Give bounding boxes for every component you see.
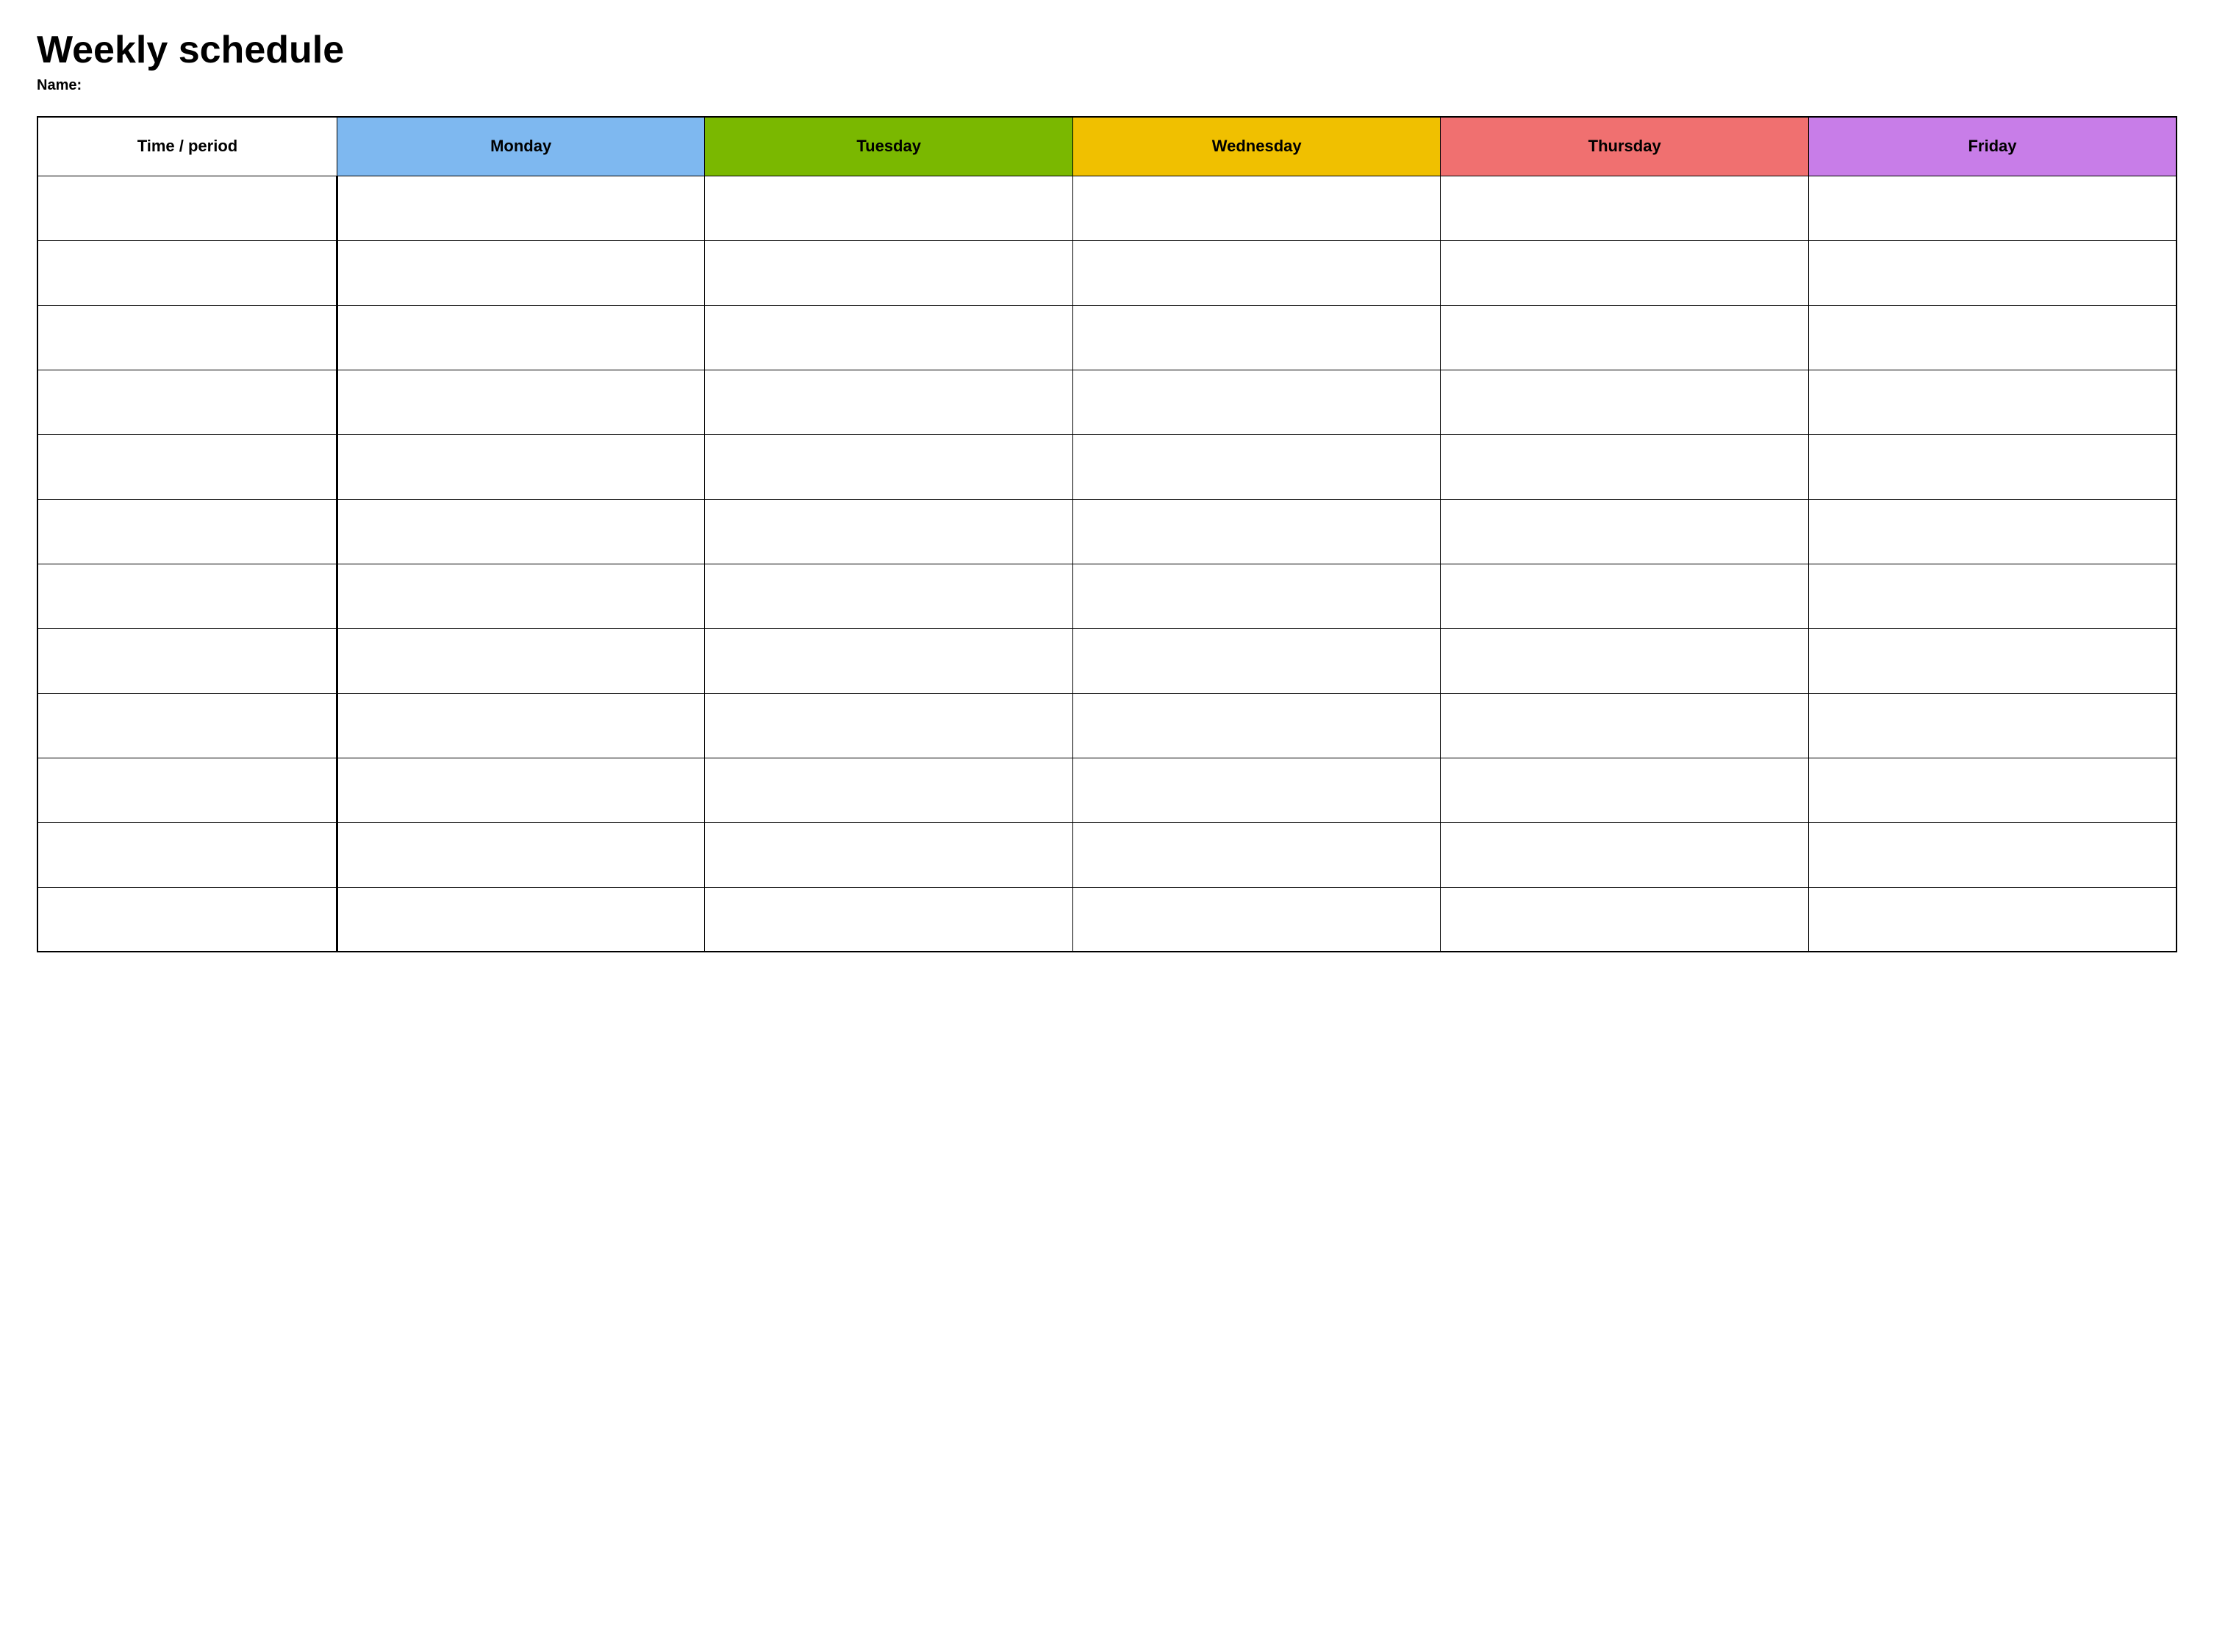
table-row[interactable] [37,240,2177,305]
schedule-cell[interactable] [1808,434,2177,499]
time-cell[interactable] [37,499,337,564]
schedule-cell[interactable] [1072,499,1441,564]
schedule-cell[interactable] [337,434,705,499]
schedule-cell[interactable] [705,564,1073,628]
schedule-cell[interactable] [1072,887,1441,952]
table-row[interactable] [37,758,2177,822]
schedule-cell[interactable] [337,693,705,758]
col-header-time: Time / period [37,117,337,176]
schedule-cell[interactable] [705,176,1073,240]
schedule-cell[interactable] [1441,305,1809,370]
table-row[interactable] [37,305,2177,370]
col-header-wednesday: Wednesday [1072,117,1441,176]
table-row[interactable] [37,499,2177,564]
schedule-cell[interactable] [1072,758,1441,822]
schedule-cell[interactable] [1441,693,1809,758]
name-label: Name: [37,77,2177,94]
schedule-cell[interactable] [337,240,705,305]
table-row[interactable] [37,822,2177,887]
schedule-cell[interactable] [1072,434,1441,499]
schedule-cell[interactable] [1072,240,1441,305]
page-title: Weekly schedule [37,29,2177,71]
schedule-cell[interactable] [705,499,1073,564]
schedule-cell[interactable] [1808,628,2177,693]
schedule-cell[interactable] [1072,176,1441,240]
schedule-cell[interactable] [1441,822,1809,887]
schedule-cell[interactable] [705,758,1073,822]
table-row[interactable] [37,434,2177,499]
schedule-cell[interactable] [705,628,1073,693]
table-row[interactable] [37,564,2177,628]
schedule-cell[interactable] [1072,628,1441,693]
schedule-cell[interactable] [1808,499,2177,564]
col-header-thursday: Thursday [1441,117,1809,176]
schedule-cell[interactable] [1441,628,1809,693]
schedule-cell[interactable] [705,434,1073,499]
schedule-cell[interactable] [337,176,705,240]
col-header-monday: Monday [337,117,705,176]
schedule-cell[interactable] [1808,370,2177,434]
schedule-cell[interactable] [1072,305,1441,370]
schedule-cell[interactable] [1808,887,2177,952]
schedule-cell[interactable] [1808,240,2177,305]
time-cell[interactable] [37,240,337,305]
schedule-cell[interactable] [1441,176,1809,240]
schedule-cell[interactable] [1072,564,1441,628]
schedule-cell[interactable] [337,564,705,628]
schedule-cell[interactable] [1441,887,1809,952]
schedule-cell[interactable] [705,887,1073,952]
schedule-cell[interactable] [1808,564,2177,628]
table-row[interactable] [37,370,2177,434]
schedule-cell[interactable] [1072,822,1441,887]
schedule-cell[interactable] [337,499,705,564]
schedule-cell[interactable] [1808,758,2177,822]
schedule-cell[interactable] [337,370,705,434]
time-cell[interactable] [37,822,337,887]
table-row[interactable] [37,628,2177,693]
schedule-cell[interactable] [1441,434,1809,499]
schedule-cell[interactable] [1441,758,1809,822]
time-cell[interactable] [37,434,337,499]
table-row[interactable] [37,887,2177,952]
schedule-cell[interactable] [337,822,705,887]
time-cell[interactable] [37,176,337,240]
time-cell[interactable] [37,564,337,628]
schedule-cell[interactable] [337,305,705,370]
col-header-friday: Friday [1808,117,2177,176]
time-cell[interactable] [37,693,337,758]
time-cell[interactable] [37,305,337,370]
schedule-cell[interactable] [705,822,1073,887]
time-cell[interactable] [37,370,337,434]
table-row[interactable] [37,176,2177,240]
weekly-schedule-table: Time / period Monday Tuesday Wednesday T… [37,116,2177,952]
schedule-cell[interactable] [705,240,1073,305]
schedule-cell[interactable] [705,693,1073,758]
schedule-cell[interactable] [1808,822,2177,887]
schedule-cell[interactable] [705,305,1073,370]
schedule-cell[interactable] [1808,693,2177,758]
schedule-cell[interactable] [337,758,705,822]
schedule-cell[interactable] [1072,370,1441,434]
time-cell[interactable] [37,887,337,952]
schedule-cell[interactable] [705,370,1073,434]
schedule-cell[interactable] [337,887,705,952]
schedule-cell[interactable] [1808,305,2177,370]
schedule-cell[interactable] [1808,176,2177,240]
time-cell[interactable] [37,628,337,693]
schedule-cell[interactable] [1072,693,1441,758]
schedule-cell[interactable] [337,628,705,693]
col-header-tuesday: Tuesday [705,117,1073,176]
schedule-cell[interactable] [1441,564,1809,628]
schedule-cell[interactable] [1441,499,1809,564]
schedule-cell[interactable] [1441,240,1809,305]
table-row[interactable] [37,693,2177,758]
time-cell[interactable] [37,758,337,822]
schedule-cell[interactable] [1441,370,1809,434]
